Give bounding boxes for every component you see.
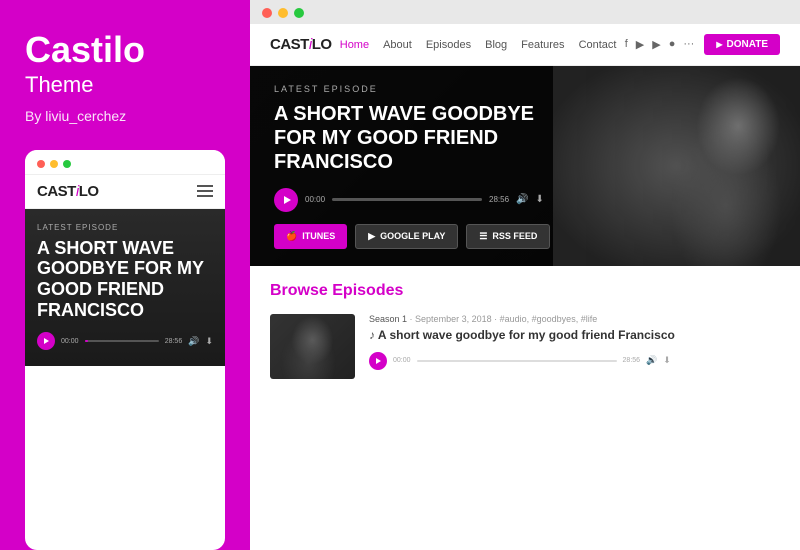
browse-highlight: Episodes: [332, 282, 403, 299]
episode-player: 00:00 28:56 🔊 ⬇: [369, 352, 780, 370]
episode-thumbnail: [270, 314, 355, 379]
site-hero: LATEST EPISODE A SHORT WAVE GOODBYE FOR …: [250, 66, 800, 266]
nav-links: Home About Episodes Blog Features Contac…: [340, 39, 617, 51]
hamburger-menu-icon[interactable]: [197, 185, 213, 197]
author-credit: By liviu_cerchez: [25, 108, 225, 124]
nav-link-episodes[interactable]: Episodes: [426, 39, 471, 51]
left-panel: Castilo Theme By liviu_cerchez CASTiLO L…: [0, 0, 250, 550]
mobile-time-end: 28:56: [165, 338, 183, 345]
google-play-button[interactable]: ▶ GOOGLE PLAY: [355, 224, 458, 249]
site-nav: CASTiLO Home About Episodes Blog Feature…: [250, 24, 800, 66]
rss-label: RSS FEED: [492, 231, 537, 241]
browser-chrome: [250, 0, 800, 24]
mobile-dot-green: [63, 160, 71, 168]
browse-section: Browse Episodes Season 1 · September 3, …: [250, 266, 800, 550]
social-icons: f ▶ ▶ ● ···: [625, 38, 695, 51]
mobile-time-start: 00:00: [61, 338, 79, 345]
episode-time-end: 28:56: [623, 357, 641, 364]
episode-row: Season 1 · September 3, 2018 · #audio, #…: [270, 314, 780, 379]
play-icon[interactable]: ▶: [636, 38, 644, 51]
nav-link-features[interactable]: Features: [521, 39, 564, 51]
hero-play-button[interactable]: [274, 188, 298, 212]
mobile-player-bar: 00:00 28:56 🔊 ⬇: [37, 332, 213, 350]
episode-date: September 3, 2018: [415, 314, 492, 324]
theme-subtitle: Theme: [25, 72, 225, 98]
hero-volume-icon[interactable]: 🔊: [516, 194, 528, 205]
episode-download-icon[interactable]: ⬇: [663, 355, 671, 366]
youtube-icon[interactable]: ▶: [652, 38, 660, 51]
facebook-icon[interactable]: f: [625, 38, 628, 51]
mobile-progress-fill: [85, 340, 89, 342]
google-play-icon: ▶: [368, 231, 375, 242]
hero-player-bar: 00:00 28:56 🔊 ⬇: [274, 188, 574, 212]
hero-progress-bar[interactable]: [332, 198, 482, 201]
mobile-episode-title: A SHORT WAVE GOODBYE FOR MY GOOD FRIEND …: [37, 238, 213, 321]
hero-episode-title: A SHORT WAVE GOODBYE FOR MY GOOD FRIEND …: [274, 102, 574, 174]
mobile-hero: LATEST EPISODE A SHORT WAVE GOODBYE FOR …: [25, 209, 225, 367]
mobile-window-dots: [37, 160, 71, 168]
episode-progress-bar[interactable]: [417, 360, 617, 362]
theme-title: Castilo: [25, 30, 225, 70]
episode-info: Season 1 · September 3, 2018 · #audio, #…: [369, 314, 780, 370]
mobile-logo-bar: CASTiLO: [25, 175, 225, 209]
nav-right: f ▶ ▶ ● ··· DONATE: [625, 34, 780, 55]
mobile-latest-label: LATEST EPISODE: [37, 223, 213, 232]
episode-meta: Season 1 · September 3, 2018 · #audio, #…: [369, 314, 780, 324]
mobile-progress-bar[interactable]: [85, 340, 159, 342]
mobile-dot-yellow: [50, 160, 58, 168]
right-panel: CASTiLO Home About Episodes Blog Feature…: [250, 0, 800, 550]
browser-dot-yellow: [278, 8, 288, 18]
episode-title[interactable]: A short wave goodbye for my good friend …: [369, 328, 780, 344]
mobile-download-icon[interactable]: ⬇: [205, 336, 213, 347]
hero-buttons: 🍎 ITUNES ▶ GOOGLE PLAY ☰ RSS FEED: [274, 224, 574, 249]
nav-link-blog[interactable]: Blog: [485, 39, 507, 51]
episode-play-button[interactable]: [369, 352, 387, 370]
mobile-topbar: [25, 150, 225, 175]
browser-dot-green: [294, 8, 304, 18]
mobile-preview: CASTiLO LATEST EPISODE A SHORT WAVE GOOD…: [25, 150, 225, 550]
hero-time-end: 28:56: [489, 195, 509, 204]
browse-heading: Browse Episodes: [270, 282, 780, 300]
browse-label: Browse: [270, 282, 328, 299]
mobile-play-button[interactable]: [37, 332, 55, 350]
episode-season: Season 1: [369, 314, 407, 324]
rss-feed-button[interactable]: ☰ RSS FEED: [466, 224, 550, 249]
google-play-label: GOOGLE PLAY: [380, 231, 445, 241]
hero-download-icon[interactable]: ⬇: [536, 194, 544, 205]
hero-person-image: [553, 66, 800, 266]
rss-icon: ☰: [479, 231, 487, 242]
nav-link-contact[interactable]: Contact: [579, 39, 617, 51]
more-icon[interactable]: ···: [683, 38, 694, 51]
nav-link-about[interactable]: About: [383, 39, 412, 51]
donate-button[interactable]: DONATE: [704, 34, 780, 55]
episode-time-start: 00:00: [393, 357, 411, 364]
episode-volume-icon[interactable]: 🔊: [646, 355, 657, 366]
episode-tags: #audio, #goodbyes, #life: [500, 314, 598, 324]
thumb-silhouette: [270, 314, 355, 379]
hero-silhouette: [553, 66, 800, 266]
mobile-volume-icon[interactable]: 🔊: [188, 336, 199, 347]
mobile-site-logo: CASTiLO: [37, 183, 99, 200]
website-preview: CASTiLO Home About Episodes Blog Feature…: [250, 24, 800, 550]
spotify-icon[interactable]: ●: [669, 38, 676, 51]
apple-icon: 🍎: [286, 231, 297, 242]
site-logo: CASTiLO: [270, 36, 332, 53]
itunes-label: ITUNES: [302, 231, 335, 241]
hero-content: LATEST EPISODE A SHORT WAVE GOODBYE FOR …: [274, 84, 574, 249]
hero-time-start: 00:00: [305, 195, 325, 204]
itunes-button[interactable]: 🍎 ITUNES: [274, 224, 347, 249]
mobile-dot-red: [37, 160, 45, 168]
nav-link-home[interactable]: Home: [340, 39, 369, 51]
browser-dot-red: [262, 8, 272, 18]
hero-latest-label: LATEST EPISODE: [274, 84, 574, 94]
